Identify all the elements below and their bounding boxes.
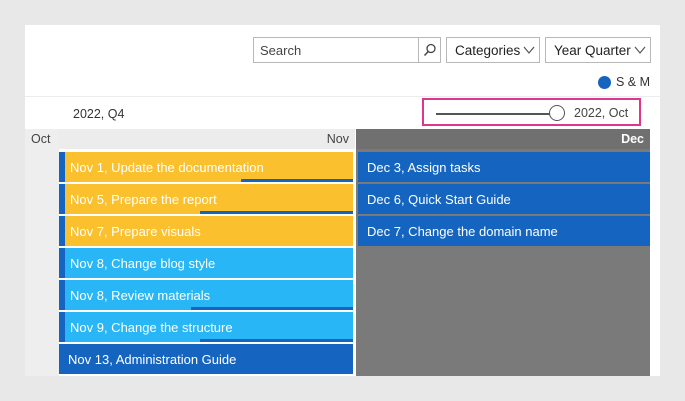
- month-label-dec: Dec: [621, 132, 644, 146]
- search-button[interactable]: [418, 38, 440, 62]
- month-label-oct: Oct: [31, 132, 51, 146]
- task-start-marker: [59, 312, 65, 342]
- slider-track[interactable]: [436, 113, 551, 115]
- search-input[interactable]: [254, 38, 420, 62]
- task-progress-bar: [241, 179, 353, 182]
- task-label: Nov 1, Update the documentation: [70, 159, 264, 175]
- task-start-marker: [59, 280, 65, 310]
- chevron-down-icon: [634, 46, 646, 54]
- november-header: Nov: [59, 129, 355, 149]
- timeline-panel: Categories Year Quarter S & M 2022, Q4 2…: [25, 25, 660, 376]
- task-bar[interactable]: Nov 13, Administration Guide: [59, 344, 353, 374]
- legend-dot-icon: [597, 75, 611, 89]
- task-start-marker: [59, 152, 65, 182]
- task-start-marker: [59, 184, 65, 214]
- task-bar[interactable]: Nov 8, Change blog style: [59, 248, 353, 278]
- month-label-nov: Nov: [326, 132, 349, 146]
- search-icon: [423, 43, 436, 57]
- task-label: Nov 9, Change the structure: [70, 319, 233, 335]
- task-label: Nov 8, Review materials: [70, 287, 211, 303]
- task-start-marker: [59, 216, 65, 246]
- task-bar[interactable]: Nov 1, Update the documentation: [59, 152, 353, 182]
- task-progress-bar: [191, 307, 353, 310]
- task-bar[interactable]: Dec 7, Change the domain name: [358, 216, 650, 246]
- task-label: Nov 8, Change blog style: [70, 255, 216, 271]
- task-bar[interactable]: Nov 8, Review materials: [59, 280, 353, 310]
- task-bar[interactable]: Dec 6, Quick Start Guide: [358, 184, 650, 214]
- time-slider-highlight: 2022, Oct: [422, 98, 641, 126]
- year-quarter-label: Year Quarter: [554, 42, 631, 58]
- period-band: 2022, Q4 2022, Oct: [25, 96, 660, 130]
- december-header: Dec: [356, 129, 650, 149]
- task-label: Nov 13, Administration Guide: [68, 351, 237, 367]
- task-label: Dec 3, Assign tasks: [367, 159, 481, 175]
- period-label: 2022, Q4: [73, 107, 125, 121]
- slider-handle[interactable]: [549, 105, 565, 121]
- task-bar[interactable]: Nov 7, Prepare visuals: [59, 216, 353, 246]
- task-progress-bar: [200, 339, 353, 342]
- task-bar[interactable]: Dec 3, Assign tasks: [358, 152, 650, 182]
- legend-label: S & M: [615, 75, 650, 89]
- search-box[interactable]: [253, 37, 441, 63]
- slider-value: 2022, Oct: [574, 106, 629, 120]
- task-progress-bar: [200, 211, 353, 214]
- task-label: Dec 6, Quick Start Guide: [367, 191, 511, 207]
- categories-label: Categories: [455, 42, 521, 58]
- categories-dropdown[interactable]: Categories: [446, 37, 540, 63]
- task-bar[interactable]: Nov 9, Change the structure: [59, 312, 353, 342]
- chevron-down-icon: [523, 46, 535, 54]
- october-column: Oct: [25, 129, 59, 376]
- task-label: Nov 5, Prepare the report: [70, 191, 217, 207]
- year-quarter-dropdown[interactable]: Year Quarter: [545, 37, 651, 63]
- task-label: Nov 7, Prepare visuals: [70, 223, 201, 239]
- legend: S & M: [597, 75, 650, 89]
- task-label: Dec 7, Change the domain name: [367, 223, 558, 239]
- task-start-marker: [59, 248, 65, 278]
- task-bar[interactable]: Nov 5, Prepare the report: [59, 184, 353, 214]
